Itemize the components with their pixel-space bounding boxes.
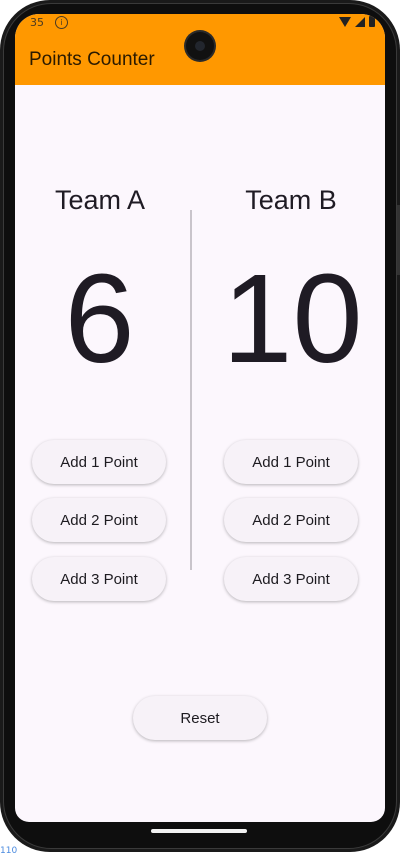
team-b-add-2-button[interactable]: Add 2 Point — [224, 498, 358, 542]
team-a-add-1-button[interactable]: Add 1 Point — [32, 440, 166, 484]
status-time: 35 — [30, 16, 44, 29]
team-a-name: Team A — [54, 185, 146, 215]
wifi-icon — [339, 16, 351, 27]
app-screen: 35 i Points Counter Team A 6 Add 1 Point… — [15, 14, 385, 822]
team-a-add-2-button[interactable]: Add 2 Point — [32, 498, 166, 542]
phone-frame: 35 i Points Counter Team A 6 Add 1 Point… — [0, 0, 400, 852]
team-b-add-3-button[interactable]: Add 3 Point — [224, 557, 358, 601]
team-divider — [190, 210, 192, 570]
corner-label: 110 — [0, 846, 18, 856]
battery-icon — [369, 16, 375, 27]
team-b-add-1-button[interactable]: Add 1 Point — [224, 440, 358, 484]
status-icons — [339, 16, 375, 27]
app-title: Points Counter — [29, 49, 155, 70]
team-a-add-3-button[interactable]: Add 3 Point — [32, 557, 166, 601]
signal-icon — [355, 16, 365, 27]
team-b-score: 10 — [222, 248, 363, 389]
team-b-name: Team B — [245, 185, 337, 215]
reset-button[interactable]: Reset — [133, 696, 267, 740]
home-indicator[interactable] — [151, 829, 247, 833]
power-key — [397, 205, 400, 275]
info-icon: i — [55, 16, 68, 29]
app-bar: 35 i Points Counter — [15, 14, 385, 85]
team-a-score: 6 — [64, 248, 135, 389]
front-camera — [186, 32, 214, 60]
